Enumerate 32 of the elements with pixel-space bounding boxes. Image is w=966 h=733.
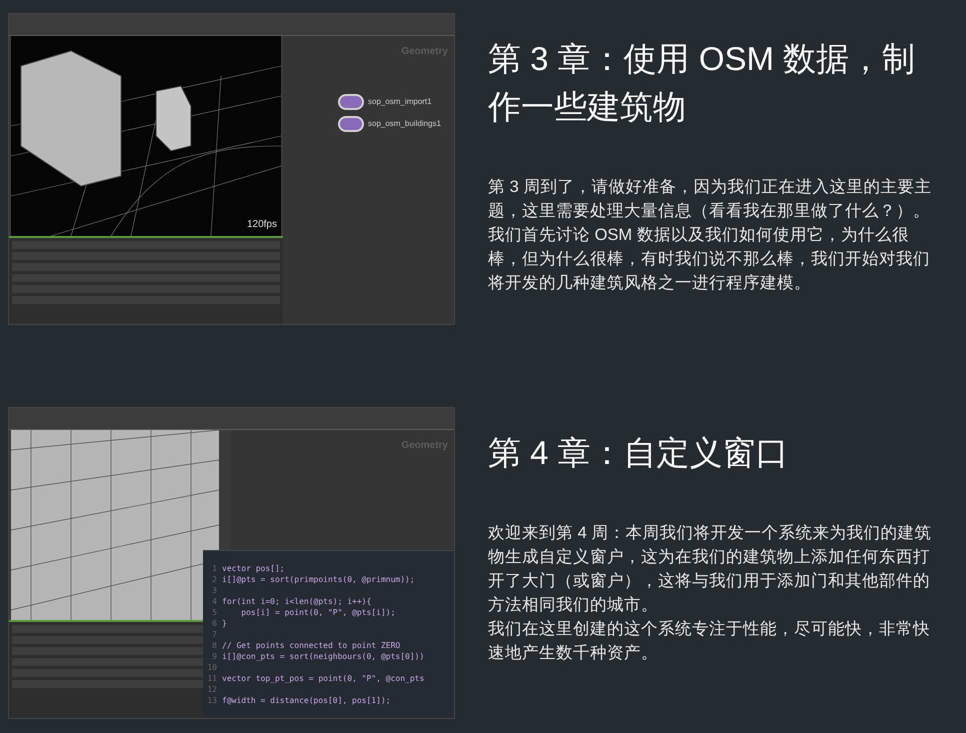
node-icon[interactable] <box>338 116 364 132</box>
line-number: 13 <box>207 695 217 706</box>
chapter-description: 第 3 周到了，请做好准备，因为我们正在进入这里的主要主题，这里需要处理大量信息（看看我在那里做了什么？）。我们首先讨论 OSM 数据以及我们如何使用它，为什么很棒，但为什么很棒，有时我们说不那么棒，我们开始对我们将开发的几种建筑风格之一进行程序建模。 <box>488 177 932 294</box>
line-number: 3 <box>211 585 217 596</box>
code-line: i[]@con_pts = sort(neighbours(0, @pts[0])) <box>222 651 424 662</box>
line-number: 8 <box>211 640 217 651</box>
line-number: 5 <box>211 607 217 618</box>
line-number: 9 <box>211 651 217 662</box>
code-line: vector pos[]; <box>222 563 285 574</box>
fps-reading: 120fps <box>246 218 277 232</box>
chapter-description: 欢迎来到第 4 周：本周我们将开发一个系统来为我们的建筑物生成自定义窗户，这为在我们的建筑物上添加任何东西打开了大门（或窗户），这将与我们用于添加门和其他部件的方法相同我们的城市。 <box>488 523 932 616</box>
code-line: f@width = distance(pos[0], pos[1]); <box>222 695 391 706</box>
line-number: 10 <box>207 662 217 673</box>
line-number: 1 <box>211 563 217 574</box>
code-line: } <box>222 618 227 629</box>
line-number: 2 <box>211 574 217 585</box>
chapter-title: 第 3 章：使用 OSM 数据，制作一些建筑物 <box>488 39 916 127</box>
line-number: 7 <box>211 629 217 640</box>
code-line: // Get points connected to point ZERO <box>222 640 400 651</box>
line-number: 4 <box>211 596 217 607</box>
code-line: pos[i] = point(0, "P", @pts[i]); <box>240 607 396 618</box>
chapter-description: 我们在这里创建的这个系统专注于性能，尽可能快，非常快速地产生数千种资产。 <box>488 619 931 664</box>
node-label: sop_osm_buildings1 <box>368 118 441 130</box>
node-icon[interactable] <box>338 94 364 110</box>
node-label: sop_osm_import1 <box>368 96 432 108</box>
chapter-title: 第 4 章：自定义窗口 <box>488 433 790 473</box>
code-line: for(int i=0; i<len(@pts); i++){ <box>222 596 372 607</box>
line-number: 11 <box>207 673 217 684</box>
line-number: 12 <box>207 684 217 695</box>
line-number: 6 <box>211 618 217 629</box>
code-line: vector top_pt_pos = point(0, "P", @con_pts <box>222 673 424 684</box>
code-line: i[]@pts = sort(primpoints(0, @primnum)); <box>222 574 415 585</box>
